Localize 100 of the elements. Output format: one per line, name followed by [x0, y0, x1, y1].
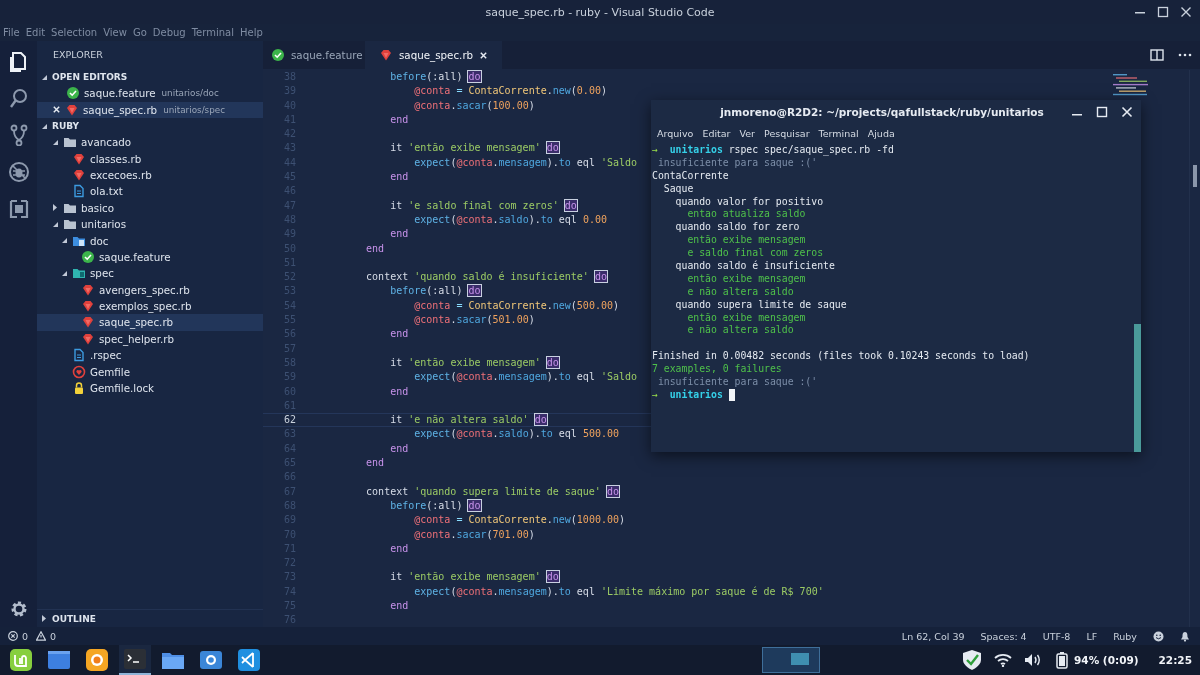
check-badge-icon: [81, 249, 95, 264]
tree-item[interactable]: doc: [37, 232, 263, 249]
tree-item[interactable]: .rspec: [37, 347, 263, 364]
menu-item[interactable]: Terminal: [818, 127, 859, 139]
code-line: @conta.sacar(501.00): [413, 313, 535, 328]
menu-item[interactable]: Ajuda: [867, 127, 895, 139]
scrollbar[interactable]: [1189, 70, 1200, 627]
tree-item[interactable]: ola.txt: [37, 183, 263, 200]
menu-item[interactable]: Arquivo: [657, 127, 694, 139]
folder-icon: [72, 266, 86, 281]
battery-icon[interactable]: [1056, 651, 1069, 669]
warning-icon[interactable]: [36, 631, 47, 641]
tree-item[interactable]: exemplos_spec.rb: [37, 297, 263, 315]
tree-item[interactable]: classes.rb: [37, 150, 263, 167]
menu-item[interactable]: View: [103, 27, 127, 38]
code-line: end: [389, 327, 409, 342]
status-item[interactable]: Spaces: 4: [980, 630, 1027, 642]
terminal-line: → unitarios rspec spec/saque_spec.rb -fd: [652, 144, 894, 157]
split-editor-icon[interactable]: [1150, 49, 1164, 61]
status-item[interactable]: LF: [1086, 630, 1098, 642]
terminal-line: quando saldo for zero: [674, 221, 800, 235]
camera-icon[interactable]: [199, 648, 223, 672]
problem-count[interactable]: 0: [22, 630, 29, 642]
tree-item[interactable]: saque.feature: [37, 248, 263, 266]
workspace-switcher[interactable]: [762, 647, 821, 673]
tree-item[interactable]: Gemfile.lock: [37, 379, 263, 397]
more-icon[interactable]: [1178, 53, 1192, 57]
maximize-icon[interactable]: [1157, 6, 1169, 18]
wifi-icon[interactable]: [994, 653, 1013, 667]
terminal-line: quando saldo é insuficiente: [674, 260, 835, 273]
section-header[interactable]: RUBY: [37, 118, 263, 134]
code-line: before(:all) do: [389, 70, 481, 84]
menu-item[interactable]: Pesquisar: [764, 127, 810, 139]
gem-icon: [81, 315, 95, 330]
open-editor-item[interactable]: saque_spec.rb unitarios/spec: [37, 101, 263, 118]
logo-icon[interactable]: [9, 648, 33, 672]
close-icon[interactable]: [1121, 106, 1133, 118]
close-icon[interactable]: [1180, 6, 1192, 18]
tree-item[interactable]: avengers_spec.rb: [37, 281, 263, 298]
extensions-icon[interactable]: [7, 198, 30, 220]
editor-tab[interactable]: saque_spec.rb: [365, 41, 503, 69]
terminal-line: então exibe mensagem: [686, 311, 806, 325]
tree-item[interactable]: spec: [37, 265, 263, 282]
menu-item[interactable]: File: [3, 27, 20, 38]
tree-item[interactable]: excecoes.rb: [37, 166, 263, 184]
open-editor-item[interactable]: saque.feature unitarios/doc: [37, 85, 263, 102]
caret-icon[interactable]: [40, 614, 48, 623]
window-icon[interactable]: [47, 648, 71, 672]
terminal-line: quando supera limite de saque: [674, 298, 847, 312]
close-icon[interactable]: [52, 105, 61, 115]
terminal-line: entao atualiza saldo: [686, 208, 806, 222]
tree-item[interactable]: Gemfile: [37, 363, 263, 380]
code-line: before(:all) do: [389, 498, 481, 513]
bell-icon[interactable]: [1180, 630, 1190, 642]
error-icon[interactable]: [8, 631, 18, 641]
code-line: it 'e não altera saldo' do: [389, 414, 547, 427]
caret-icon[interactable]: [60, 236, 68, 246]
tree-item[interactable]: unitarios: [37, 215, 263, 233]
line-number: 62: [282, 414, 296, 427]
gem-icon: [72, 167, 86, 182]
close-icon[interactable]: [479, 50, 489, 60]
terminal-line: insuficiente para saque :(': [656, 376, 818, 389]
maximize-icon[interactable]: [1096, 106, 1108, 118]
code-line: expect(@conta.saldo).to eql 500.00: [413, 427, 619, 442]
terminal-line: → unitarios: [652, 388, 724, 402]
menu-item[interactable]: Go: [132, 27, 147, 38]
menu-item[interactable]: Ver: [739, 127, 755, 139]
tree-item[interactable]: avancado: [37, 134, 263, 151]
search-icon[interactable]: [7, 87, 30, 109]
status-item[interactable]: Ruby: [1113, 630, 1137, 642]
code-line: @conta = ContaCorrente.new(1000.00): [413, 513, 626, 528]
bug-icon[interactable]: [7, 161, 30, 183]
browser-icon[interactable]: [85, 648, 109, 672]
problem-count[interactable]: 0: [50, 630, 57, 642]
caret-icon[interactable]: [51, 203, 59, 213]
code-line: end: [389, 541, 409, 556]
section-header[interactable]: OPEN EDITORS: [37, 69, 263, 85]
menu-item[interactable]: Terminal: [191, 27, 234, 38]
gem-icon: [65, 102, 79, 117]
volume-icon[interactable]: [1024, 653, 1043, 667]
code-line: end: [389, 384, 409, 399]
status-item[interactable]: UTF-8: [1042, 630, 1071, 642]
menu-item[interactable]: Help: [239, 27, 263, 38]
terminal-line: 7 examples, 0 failures: [652, 363, 782, 377]
smiley-icon[interactable]: [1153, 630, 1164, 642]
scrollbar-thumb[interactable]: [1134, 324, 1141, 452]
tree-item[interactable]: saque_spec.rb: [37, 314, 263, 331]
tree-item[interactable]: basico: [37, 199, 263, 216]
terminal-line: insuficiente para saque :(': [656, 156, 818, 170]
menu-item[interactable]: Editar: [702, 127, 731, 139]
status-item[interactable]: Ln 62, Col 39: [901, 630, 965, 642]
lock-icon: [72, 381, 86, 396]
shield-check-icon[interactable]: [962, 649, 983, 671]
menu-item[interactable]: Edit: [25, 27, 46, 38]
tree-item[interactable]: spec_helper.rb: [37, 330, 263, 348]
menu-item[interactable]: Selection: [51, 27, 98, 38]
gem-icon: [72, 151, 86, 166]
menu-item[interactable]: Debug: [152, 27, 186, 38]
code-line: it 'então exibe mensagem' do: [389, 355, 559, 370]
code-editor-icon[interactable]: [237, 648, 261, 672]
